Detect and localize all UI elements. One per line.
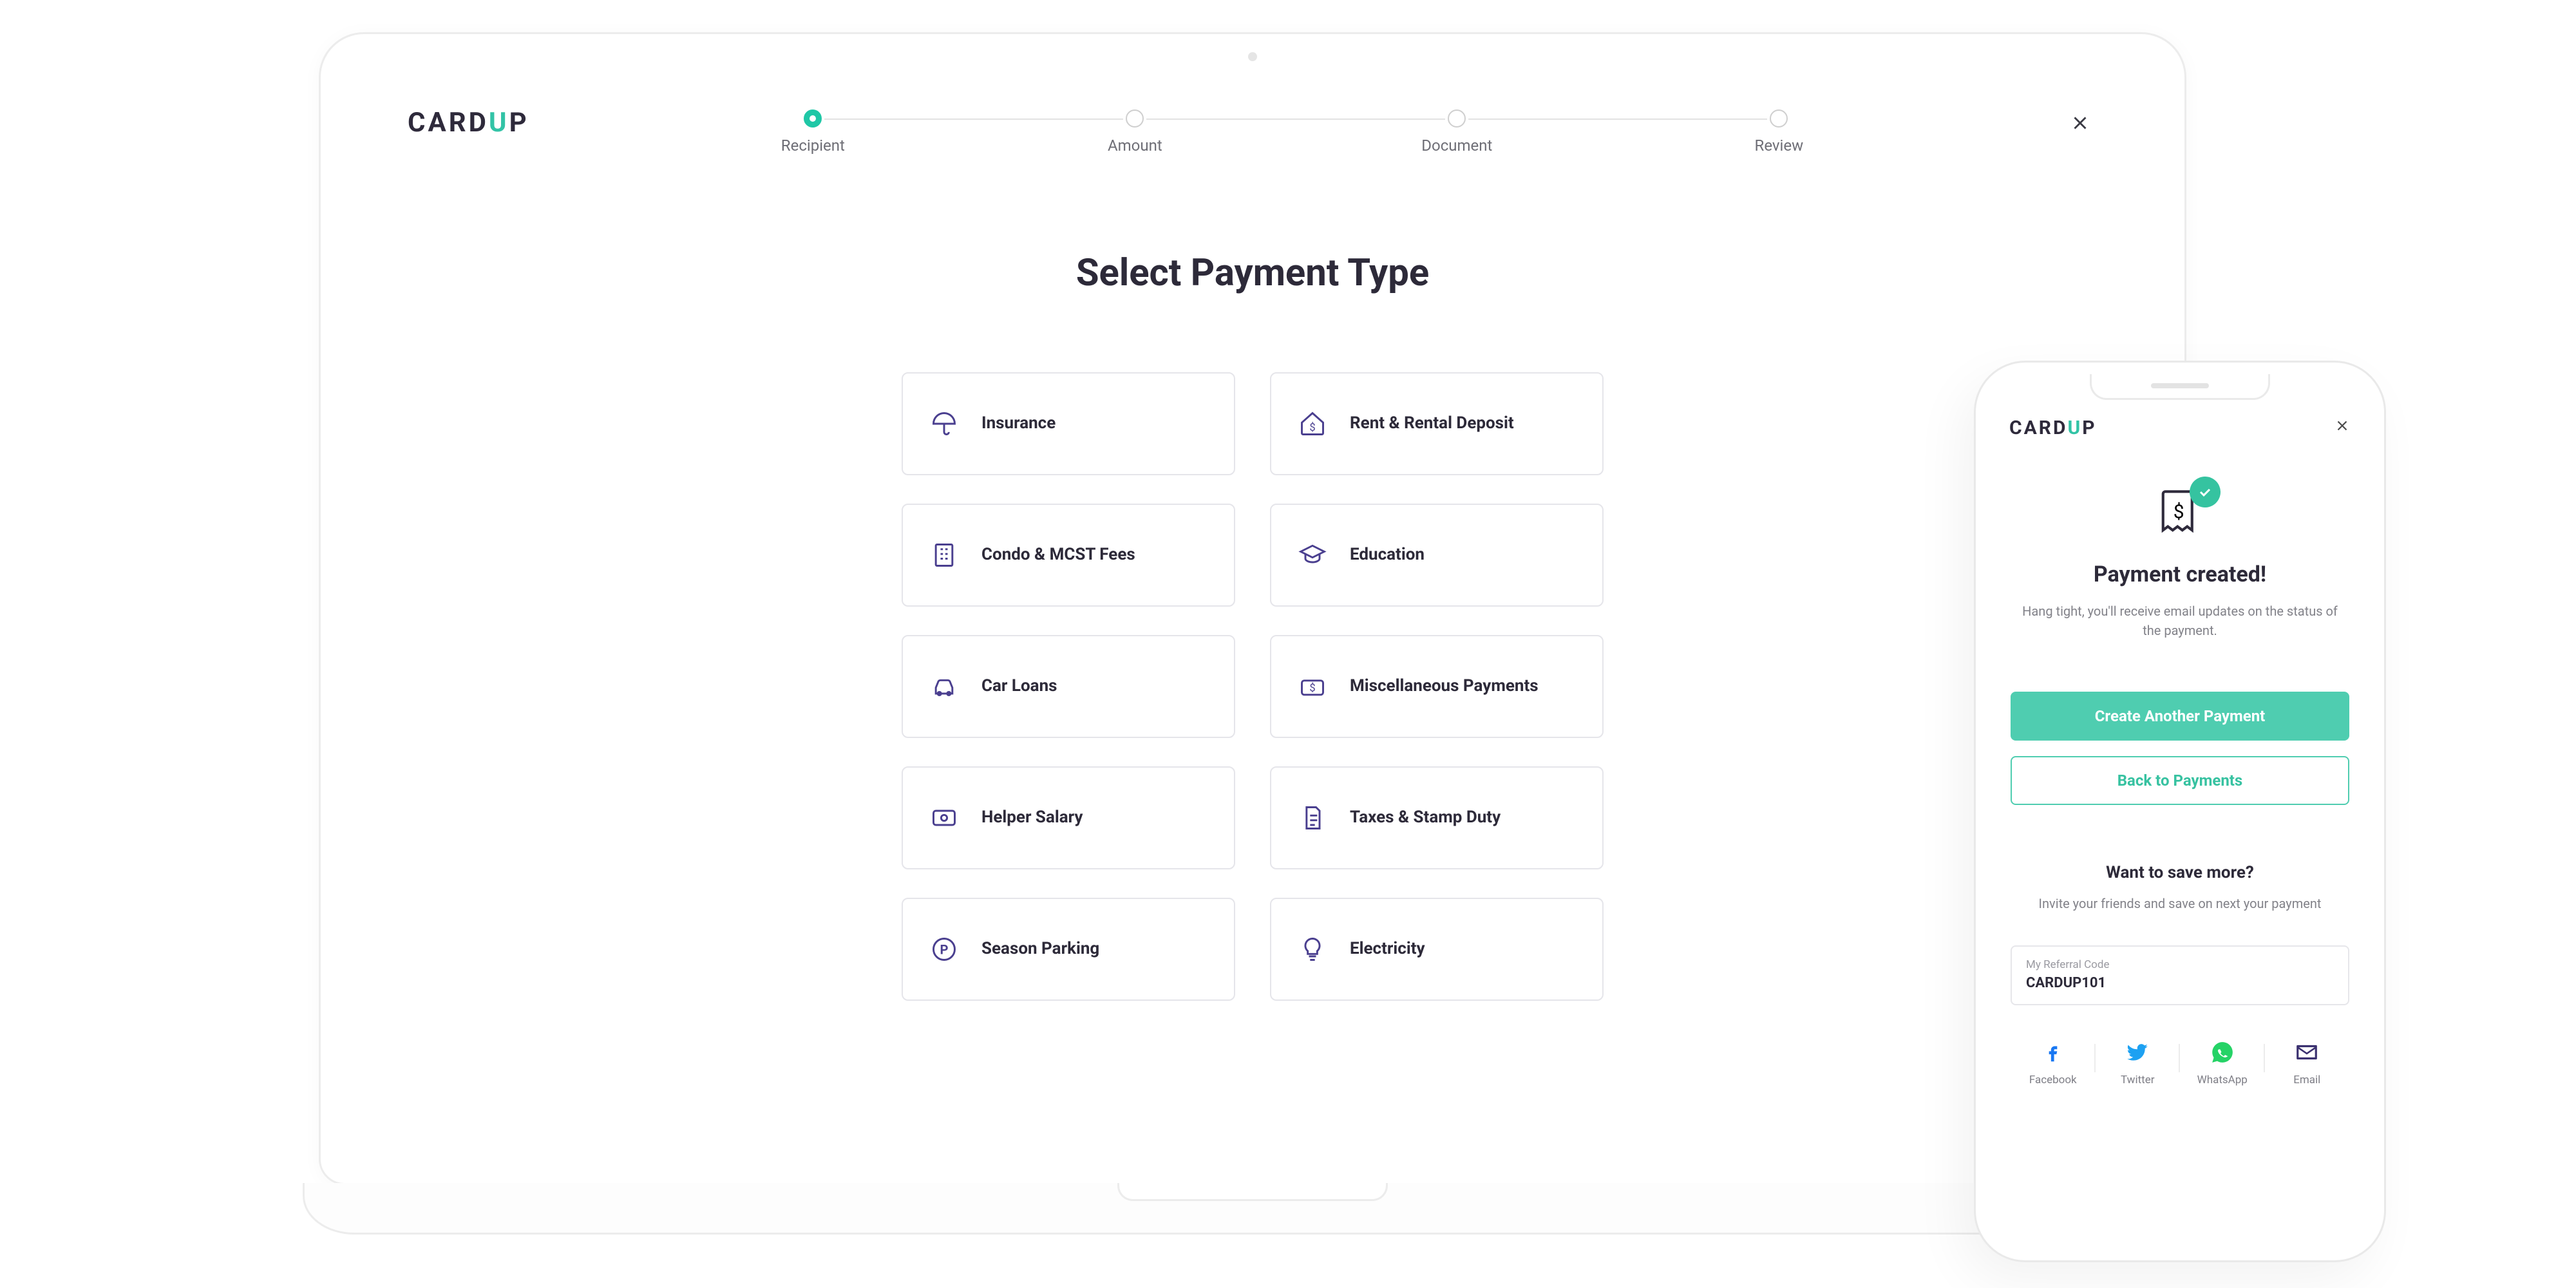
referral-code-label: My Referral Code bbox=[2026, 958, 2334, 971]
email-icon bbox=[2295, 1040, 2319, 1065]
close-button[interactable] bbox=[2334, 417, 2351, 439]
page-title: Select Payment Type bbox=[363, 251, 2143, 295]
tile-car-loans[interactable]: Car Loans bbox=[902, 635, 1235, 738]
save-more-title: Want to save more? bbox=[2007, 863, 2353, 882]
share-facebook[interactable]: Facebook bbox=[2011, 1040, 2096, 1086]
laptop-base bbox=[303, 1183, 2202, 1235]
share-twitter[interactable]: Twitter bbox=[2096, 1040, 2181, 1086]
step-label: Review bbox=[1755, 137, 1804, 155]
step-document[interactable]: Document bbox=[1296, 109, 1618, 155]
phone-content: CARDUP $ Payment created! Hang tight, yo… bbox=[2007, 413, 2353, 1229]
tile-insurance[interactable]: Insurance bbox=[902, 372, 1235, 475]
tile-taxes[interactable]: Taxes & Stamp Duty bbox=[1270, 766, 1604, 869]
tile-rent[interactable]: $ Rent & Rental Deposit bbox=[1270, 372, 1604, 475]
step-dot-icon bbox=[804, 109, 822, 128]
tile-electricity[interactable]: Electricity bbox=[1270, 898, 1604, 1001]
facebook-icon bbox=[2041, 1040, 2065, 1065]
share-label: Facebook bbox=[2029, 1074, 2077, 1086]
step-dot-icon bbox=[1448, 109, 1466, 128]
svg-text:$: $ bbox=[1309, 682, 1315, 694]
close-icon bbox=[2069, 112, 2091, 134]
svg-text:$: $ bbox=[2174, 501, 2184, 524]
tile-label: Car Loans bbox=[981, 676, 1057, 697]
laptop-screen: CARDUP Recipient Amount Document bbox=[363, 76, 2143, 1160]
parking-icon: P bbox=[930, 935, 958, 963]
phone-header: CARDUP bbox=[2007, 413, 2353, 439]
lightbulb-icon bbox=[1298, 935, 1327, 963]
tile-label: Taxes & Stamp Duty bbox=[1350, 807, 1501, 829]
referral-code-box[interactable]: My Referral Code CARDUP101 bbox=[2011, 945, 2349, 1005]
svg-text:P: P bbox=[940, 942, 949, 957]
app-header: CARDUP Recipient Amount Document bbox=[363, 76, 2143, 155]
step-amount[interactable]: Amount bbox=[974, 109, 1296, 155]
close-button[interactable] bbox=[2063, 107, 2098, 144]
payment-created-subtitle: Hang tight, you'll receive email updates… bbox=[2016, 601, 2344, 640]
tile-label: Season Parking bbox=[981, 938, 1099, 960]
phone-notch bbox=[2090, 374, 2270, 400]
share-email[interactable]: Email bbox=[2265, 1040, 2350, 1086]
tile-label: Insurance bbox=[981, 413, 1056, 435]
save-more-subtitle: Invite your friends and save on next you… bbox=[2020, 894, 2340, 913]
tile-label: Condo & MCST Fees bbox=[981, 544, 1135, 566]
step-dot-icon bbox=[1126, 109, 1144, 128]
share-whatsapp[interactable]: WhatsApp bbox=[2180, 1040, 2265, 1086]
money-misc-icon: $ bbox=[1298, 672, 1327, 701]
step-dot-icon bbox=[1770, 109, 1788, 128]
laptop-body: CARDUP Recipient Amount Document bbox=[319, 32, 2186, 1185]
tile-helper-salary[interactable]: Helper Salary bbox=[902, 766, 1235, 869]
tile-label: Helper Salary bbox=[981, 807, 1083, 829]
home-dollar-icon: $ bbox=[1298, 410, 1327, 438]
tile-season-parking[interactable]: P Season Parking bbox=[902, 898, 1235, 1001]
car-icon bbox=[930, 672, 958, 701]
payment-created-title: Payment created! bbox=[2007, 562, 2353, 587]
referral-code-value: CARDUP101 bbox=[2026, 975, 2334, 991]
tile-label: Rent & Rental Deposit bbox=[1350, 413, 1514, 435]
umbrella-icon bbox=[930, 410, 958, 438]
cash-icon bbox=[930, 804, 958, 832]
phone-speaker bbox=[2151, 383, 2209, 388]
graduation-cap-icon bbox=[1298, 541, 1327, 569]
laptop-camera bbox=[1248, 52, 1257, 61]
share-row: Facebook Twitter WhatsApp Email bbox=[2007, 1040, 2353, 1086]
svg-text:$: $ bbox=[1309, 422, 1315, 434]
laptop-device: CARDUP Recipient Amount Document bbox=[303, 32, 2202, 1288]
step-label: Amount bbox=[1108, 137, 1162, 155]
laptop-trackpad-notch bbox=[1117, 1183, 1388, 1201]
brand-logo: CARDUP bbox=[408, 107, 529, 138]
building-icon bbox=[930, 541, 958, 569]
success-illustration: $ bbox=[2151, 484, 2209, 542]
step-label: Document bbox=[1421, 137, 1492, 155]
tile-condo[interactable]: Condo & MCST Fees bbox=[902, 504, 1235, 607]
step-review[interactable]: Review bbox=[1618, 109, 1940, 155]
share-label: WhatsApp bbox=[2197, 1074, 2248, 1086]
twitter-icon bbox=[2125, 1040, 2150, 1065]
share-label: Email bbox=[2293, 1074, 2320, 1086]
close-icon bbox=[2334, 417, 2351, 434]
share-label: Twitter bbox=[2121, 1074, 2154, 1086]
tile-label: Miscellaneous Payments bbox=[1350, 676, 1539, 697]
progress-stepper: Recipient Amount Document Review bbox=[529, 107, 2063, 155]
step-recipient[interactable]: Recipient bbox=[652, 109, 974, 155]
tile-label: Electricity bbox=[1350, 938, 1425, 960]
create-another-payment-button[interactable]: Create Another Payment bbox=[2011, 692, 2349, 741]
brand-logo: CARDUP bbox=[2009, 417, 2097, 439]
phone-screen: CARDUP $ Payment created! Hang tight, yo… bbox=[1987, 374, 2372, 1249]
document-tax-icon bbox=[1298, 804, 1327, 832]
whatsapp-icon bbox=[2210, 1040, 2235, 1065]
check-badge-icon bbox=[2190, 477, 2221, 507]
tile-education[interactable]: Education bbox=[1270, 504, 1604, 607]
step-label: Recipient bbox=[781, 137, 845, 155]
payment-type-grid: Insurance $ Rent & Rental Deposit Condo … bbox=[902, 372, 1604, 1001]
tile-misc[interactable]: $ Miscellaneous Payments bbox=[1270, 635, 1604, 738]
phone-device: CARDUP $ Payment created! Hang tight, yo… bbox=[1974, 361, 2386, 1262]
tile-label: Education bbox=[1350, 544, 1425, 566]
back-to-payments-button[interactable]: Back to Payments bbox=[2011, 756, 2349, 805]
